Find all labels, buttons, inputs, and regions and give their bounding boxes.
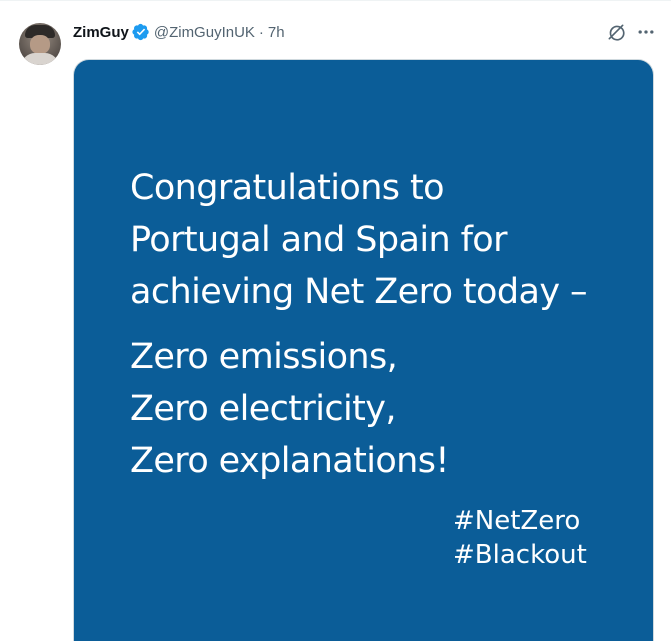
- grok-icon[interactable]: [604, 20, 628, 44]
- hashtag-netzero: #NetZero: [453, 506, 581, 536]
- image-text-line: Zero explanations!: [130, 441, 449, 481]
- image-hashtags: #NetZero #Blackout: [453, 504, 587, 572]
- author-handle[interactable]: @ZimGuyInUK: [154, 24, 255, 41]
- tweet[interactable]: ZimGuy @ZimGuyInUK · 7h Congratulations …: [0, 0, 671, 641]
- image-text-line: Congratulations to: [130, 168, 445, 208]
- tweet-header: ZimGuy @ZimGuyInUK · 7h: [73, 21, 285, 43]
- image-text-line: achieving Net Zero today –: [130, 272, 587, 312]
- timestamp[interactable]: 7h: [268, 24, 285, 41]
- image-text-line: Portugal and Spain for: [130, 220, 508, 260]
- image-text-line: Zero electricity,: [130, 389, 396, 429]
- divider: [0, 0, 671, 1]
- author-display-name[interactable]: ZimGuy: [73, 24, 129, 41]
- image-text-line: Zero emissions,: [130, 337, 398, 377]
- avatar[interactable]: [19, 23, 61, 65]
- avatar-face: [30, 35, 50, 54]
- image-text-congratulations: Congratulations to Portugal and Spain fo…: [130, 162, 587, 318]
- separator-dot: ·: [258, 23, 264, 41]
- more-options-icon[interactable]: [634, 20, 658, 44]
- avatar-shirt: [21, 53, 59, 65]
- verified-badge-icon[interactable]: [132, 23, 150, 41]
- tweet-image[interactable]: Congratulations to Portugal and Spain fo…: [73, 59, 654, 641]
- image-text-zero-list: Zero emissions, Zero electricity, Zero e…: [130, 331, 449, 487]
- hashtag-blackout: #Blackout: [453, 540, 587, 570]
